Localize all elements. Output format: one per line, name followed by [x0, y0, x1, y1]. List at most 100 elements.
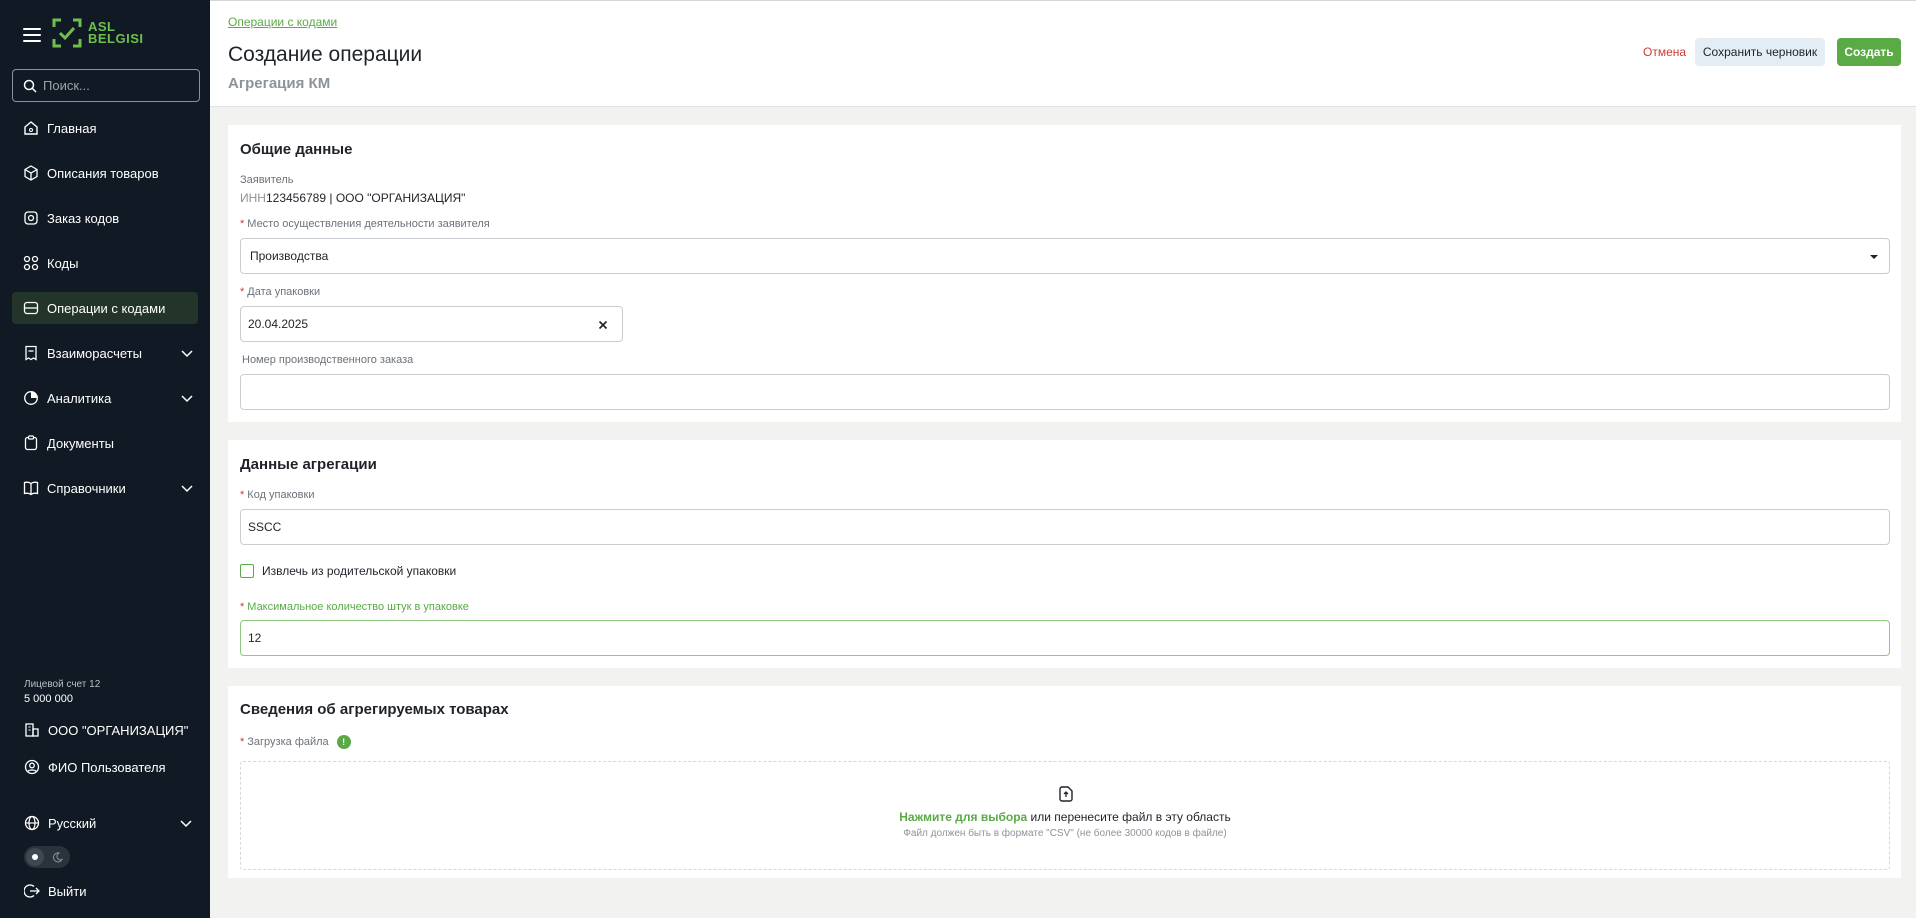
globe-icon	[24, 815, 40, 831]
package-code-label-text: Код упаковки	[247, 489, 315, 501]
date-label-text: Дата упаковки	[247, 286, 321, 298]
upload-label-text: Загрузка файла	[247, 735, 329, 748]
logo[interactable]: ASL BELGISI	[52, 18, 144, 48]
page-subtitle: Агрегация КМ	[228, 75, 331, 92]
theme-toggle[interactable]	[24, 846, 70, 868]
file-upload-icon	[1059, 786, 1073, 802]
user-item[interactable]: ФИО Пользователя	[24, 759, 166, 775]
home-icon	[24, 121, 38, 135]
sidebar-item-settlements[interactable]: Взаиморасчеты	[12, 337, 198, 369]
sidebar: ASL BELGISI Главная Описания товаров Зак…	[0, 0, 210, 918]
sidebar-item-code-order[interactable]: Заказ кодов	[12, 202, 198, 234]
sidebar-item-label: Справочники	[47, 480, 126, 496]
sidebar-item-documents[interactable]: Документы	[12, 427, 198, 459]
receipt-icon	[25, 345, 37, 361]
cancel-button[interactable]: Отмена	[1637, 38, 1692, 66]
sun-icon[interactable]	[26, 848, 44, 866]
moon-icon[interactable]	[48, 848, 66, 866]
search-input[interactable]	[43, 78, 183, 93]
sidebar-item-label: Взаиморасчеты	[47, 345, 142, 361]
max-qty-input[interactable]	[248, 631, 1725, 645]
order-field[interactable]	[240, 374, 1890, 410]
general-data-card: Общие данные Заявитель ИНН123456789 | ОО…	[228, 125, 1901, 422]
user-icon	[24, 759, 40, 775]
applicant-text: 123456789 | ООО "ОРГАНИЗАЦИЯ"	[265, 191, 466, 205]
operations-icon	[23, 301, 39, 315]
caret-down-icon	[1870, 255, 1878, 259]
drop-instructions: Нажмите для выбора или перенесите файл в…	[241, 810, 1889, 824]
sidebar-item-label: Документы	[47, 435, 115, 451]
file-dropzone[interactable]: Нажмите для выбора или перенесите файл в…	[240, 761, 1890, 870]
page-header: Операции с кодами Создание операции Агре…	[210, 0, 1916, 107]
logout-icon	[24, 884, 40, 898]
close-icon[interactable]	[598, 320, 608, 330]
max-qty-field[interactable]	[240, 620, 1890, 656]
search-box[interactable]	[12, 69, 200, 102]
extract-checkbox[interactable]	[240, 564, 254, 578]
save-draft-button[interactable]: Сохранить черновик	[1695, 38, 1825, 66]
chevron-down-icon[interactable]	[180, 481, 194, 495]
section-title: Общие данные	[240, 141, 353, 158]
package-code-field[interactable]	[240, 509, 1890, 545]
applicant-label: Заявитель	[240, 174, 294, 186]
language-label: Русский	[48, 815, 97, 831]
breadcrumb[interactable]: Операции с кодами	[228, 15, 337, 29]
sidebar-item-analytics[interactable]: Аналитика	[12, 382, 198, 414]
upload-label: * Загрузка файла!	[240, 735, 351, 749]
place-label-text: Место осуществления деятельности заявите…	[247, 218, 490, 230]
menu-icon[interactable]	[23, 28, 41, 42]
account-balance: Лицевой счет 12 5 000 000	[24, 679, 100, 705]
page-title: Создание операции	[228, 43, 423, 66]
logo-mark-icon	[52, 18, 82, 48]
organization-name: ООО "ОРГАНИЗАЦИЯ"	[48, 722, 189, 738]
date-label: * Дата упаковки	[240, 286, 321, 298]
book-icon	[23, 481, 39, 496]
main-nav: Главная Описания товаров Заказ кодов Код…	[12, 112, 198, 517]
sidebar-item-codes[interactable]: Коды	[12, 247, 198, 279]
building-icon	[25, 723, 39, 737]
info-icon[interactable]: !	[336, 735, 351, 749]
sidebar-item-label: Аналитика	[47, 390, 112, 406]
account-label: Лицевой счет 12	[24, 679, 101, 690]
sidebar-item-label: Главная	[47, 120, 97, 136]
order-label: Номер производственного заказа	[242, 354, 414, 366]
sidebar-item-operations[interactable]: Операции с кодами	[12, 292, 198, 324]
section-title: Сведения об агрегируемых товарах	[240, 701, 509, 718]
date-input[interactable]	[248, 317, 585, 331]
sidebar-item-label: Описания товаров	[47, 165, 159, 181]
goods-card: Сведения об агрегируемых товарах * Загруз…	[228, 686, 1901, 878]
chevron-down-icon[interactable]	[179, 816, 193, 830]
chevron-down-icon[interactable]	[180, 391, 194, 405]
drop-text: или перенесите файл в эту область	[1027, 810, 1231, 824]
max-qty-label-text: Максимальное количество штук в упаковке	[247, 601, 469, 613]
aggregation-card: Данные агрегации *Код упаковки Извлечь и…	[228, 440, 1901, 668]
box-icon	[24, 165, 38, 181]
sidebar-item-label: Заказ кодов	[47, 210, 120, 226]
sidebar-item-label: Коды	[47, 255, 79, 271]
place-select[interactable]: Производства	[240, 238, 1890, 274]
place-value: Производства	[250, 249, 329, 263]
create-button[interactable]: Создать	[1837, 38, 1901, 66]
sidebar-item-references[interactable]: Справочники	[12, 472, 198, 504]
choose-file-link[interactable]: Нажмите для выбора	[899, 810, 1027, 824]
applicant-value: ИНН123456789 | ООО "ОРГАНИЗАЦИЯ"	[240, 191, 465, 205]
extract-checkbox-row[interactable]: Извлечь из родительской упаковки	[240, 564, 456, 578]
code-order-icon	[24, 211, 38, 225]
organization-item[interactable]: ООО "ОРГАНИЗАЦИЯ"	[24, 722, 188, 738]
order-input[interactable]	[250, 385, 1726, 399]
language-selector[interactable]: Русский	[24, 815, 192, 831]
logout-label: Выйти	[48, 883, 87, 899]
search-icon	[23, 79, 37, 93]
package-code-input[interactable]	[248, 520, 1725, 534]
date-field[interactable]	[240, 306, 623, 342]
logout-button[interactable]: Выйти	[24, 883, 87, 899]
extract-label: Извлечь из родительской упаковки	[262, 564, 457, 578]
sidebar-item-products[interactable]: Описания товаров	[12, 157, 198, 189]
sidebar-item-label: Операции с кодами	[47, 300, 166, 316]
documents-icon	[24, 435, 38, 451]
user-name: ФИО Пользователя	[48, 759, 166, 775]
inn-prefix: ИНН	[240, 191, 266, 205]
sidebar-item-home[interactable]: Главная	[12, 112, 198, 144]
chevron-down-icon[interactable]	[180, 346, 194, 360]
logo-text: ASL BELGISI	[88, 20, 144, 45]
